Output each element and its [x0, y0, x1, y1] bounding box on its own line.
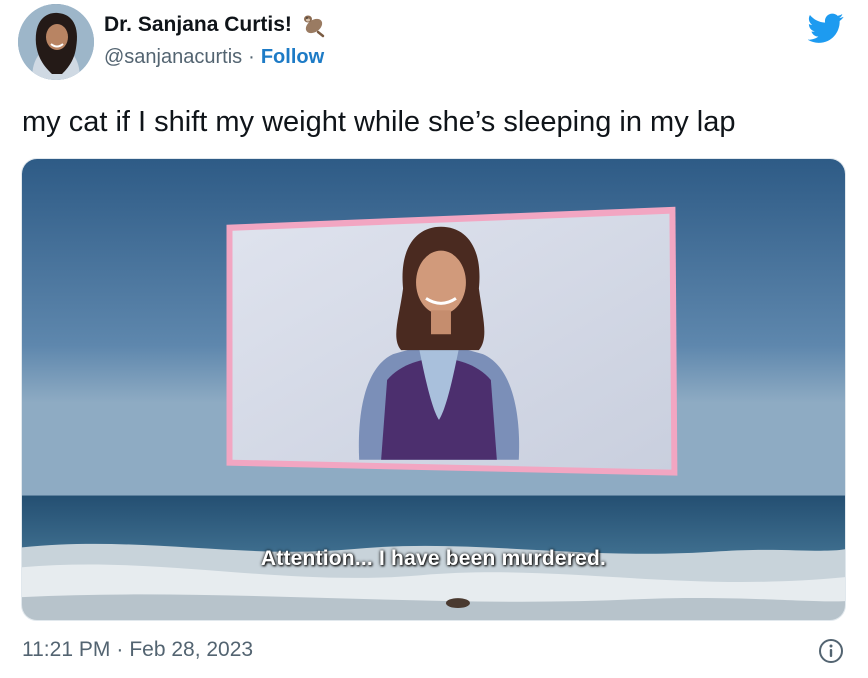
- tweet-time[interactable]: 11:21 PM: [22, 638, 110, 662]
- footer-separator: ·: [116, 638, 124, 661]
- author-name-row: Dr. Sanjana Curtis!: [104, 12, 326, 38]
- otter-emoji-icon: [300, 12, 326, 38]
- tweet-media-image[interactable]: Attention... I have been murdered.: [21, 158, 846, 621]
- info-icon[interactable]: [818, 638, 844, 664]
- tweet-card: Dr. Sanjana Curtis! @sanjanacurtis · Fol…: [0, 0, 868, 678]
- video-subtitle: Attention... I have been murdered.: [260, 547, 607, 570]
- tweet-footer: 11:21 PM · Feb 28, 2023: [22, 638, 253, 662]
- separator-dot: ·: [248, 46, 255, 68]
- author-display-name[interactable]: Dr. Sanjana Curtis!: [104, 13, 292, 37]
- twitter-bird-icon[interactable]: [807, 10, 844, 46]
- follow-button[interactable]: Follow: [261, 46, 324, 69]
- tweet-text: my cat if I shift my weight while she’s …: [22, 106, 736, 138]
- avatar[interactable]: [18, 4, 94, 80]
- author-handle-row: @sanjanacurtis · Follow: [104, 46, 324, 69]
- author-handle[interactable]: @sanjanacurtis: [104, 46, 242, 69]
- tweet-date[interactable]: Feb 28, 2023: [129, 638, 253, 662]
